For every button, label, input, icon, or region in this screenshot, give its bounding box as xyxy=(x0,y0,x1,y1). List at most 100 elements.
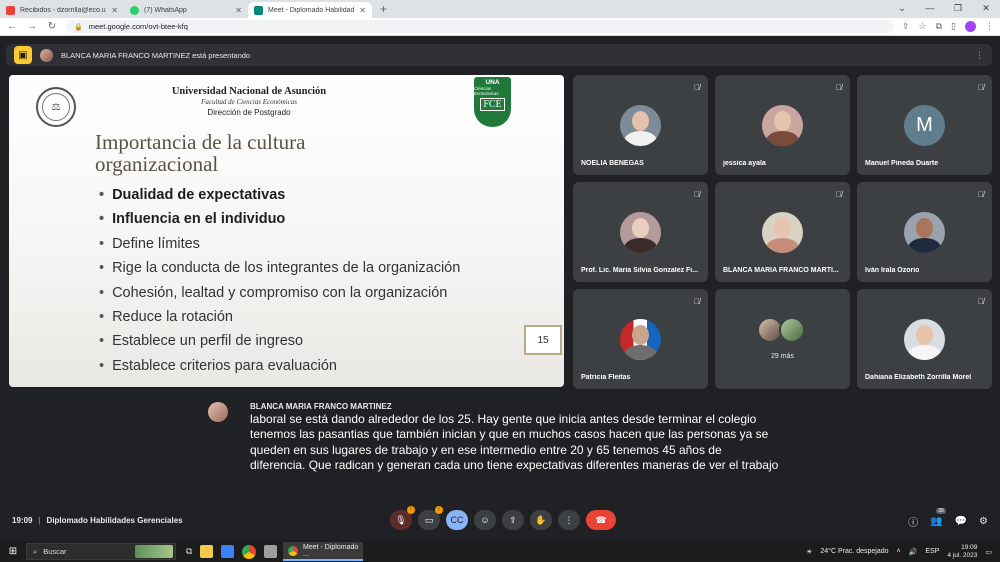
university-name: Universidad Nacional de Asunción xyxy=(171,86,327,97)
file-explorer-icon[interactable] xyxy=(200,545,214,558)
clock-time: 19:09 xyxy=(961,543,978,551)
university-seal-icon: ⚖ xyxy=(36,87,76,127)
taskbar-apps: ⧉ xyxy=(186,544,278,559)
mic-off-icon: 🎙̸ xyxy=(978,190,984,199)
notifications-icon[interactable]: ▭ xyxy=(985,548,992,556)
slide-page-number: 15 xyxy=(524,325,562,355)
bullet-item: Dualidad de expectativas xyxy=(99,183,460,207)
windows-start-icon[interactable]: ⊞ xyxy=(0,546,26,557)
participant-tile[interactable]: 🎙̸ Dahiana Elizabeth Zorrilla Morel xyxy=(857,289,992,389)
more-menu-icon[interactable]: ⋮ xyxy=(985,21,994,32)
activities-icon[interactable]: ⚙ xyxy=(979,516,988,527)
participant-tile[interactable]: 🎙̸ Patricia Fleitas xyxy=(573,289,708,389)
more-options-button[interactable]: ⋮ xyxy=(558,510,580,530)
volume-icon[interactable]: 🔊 xyxy=(909,548,918,556)
star-icon[interactable]: ☆ xyxy=(919,21,927,32)
bullet-item: Rige la conducta de los integrantes de l… xyxy=(99,256,460,280)
presenter-avatar xyxy=(40,48,53,62)
participant-tile[interactable]: 🎙̸ Prof. Lic. Maria Silvia Gonzalez Fi..… xyxy=(573,182,708,282)
bullet-item: Define límites xyxy=(99,232,460,256)
gmail-icon xyxy=(6,5,15,15)
new-tab-button[interactable]: + xyxy=(372,2,395,18)
store-icon[interactable] xyxy=(221,545,235,558)
meeting-side-controls: ⓘ 👥 39 💬 ⚙ xyxy=(908,508,988,529)
chat-icon[interactable]: 💬 xyxy=(955,516,967,527)
avatar xyxy=(620,319,661,360)
extensions-icon[interactable]: ⧉ xyxy=(936,21,942,32)
tab-meet[interactable]: Meet - Diplomado Habilidades G ✕ xyxy=(248,2,372,18)
taskbar-meet-window[interactable]: Meet - Diplomado ... xyxy=(283,542,364,561)
minimize-icon[interactable]: — xyxy=(916,0,944,18)
department-name: Dirección de Postgrado xyxy=(207,108,291,117)
taskbar-clock[interactable]: 19:09 4 jul. 2023 xyxy=(947,544,977,560)
bullet-item: Cohesión, lealtad y compromiso con la or… xyxy=(99,281,460,305)
back-icon[interactable]: ← xyxy=(6,21,18,32)
participant-tile[interactable]: 🎙̸ Iván Irala Ozorio xyxy=(857,182,992,282)
warning-icon: ! xyxy=(435,506,443,514)
present-screen-icon: ▣ xyxy=(14,46,32,64)
chevron-up-icon[interactable]: ˄ xyxy=(897,548,901,555)
people-button[interactable]: 👥 39 xyxy=(930,508,946,527)
language-icon[interactable]: ESP xyxy=(925,548,939,555)
warning-icon: ! xyxy=(407,506,415,514)
close-window-icon[interactable]: ✕ xyxy=(972,0,1000,18)
app-icon[interactable] xyxy=(264,545,278,558)
participant-name: jessica ayala xyxy=(723,160,766,167)
more-options-icon[interactable]: ⋮ xyxy=(975,50,984,61)
presenter-text: BLANCA MARIA FRANCO MARTINEZ está presen… xyxy=(61,50,251,60)
participant-count-badge: 39 xyxy=(936,508,946,514)
logo-mid-text: Ciencias Económicas xyxy=(474,86,499,96)
search-highlight-image xyxy=(135,545,173,558)
weather-icon[interactable]: ☀ xyxy=(806,548,812,556)
present-now-button[interactable]: ⇧ xyxy=(502,510,524,530)
tab-label: (7) WhatsApp xyxy=(144,6,187,14)
reload-icon[interactable]: ↻ xyxy=(46,21,58,32)
captions-button[interactable]: CC xyxy=(446,510,468,530)
forward-icon[interactable]: → xyxy=(26,21,38,32)
chrome-icon[interactable] xyxy=(242,544,257,559)
sidebar-icon[interactable]: ▯ xyxy=(951,21,956,32)
presenting-banner: ▣ BLANCA MARIA FRANCO MARTINEZ está pres… xyxy=(6,44,992,66)
bullet-item: Establece un perfil de ingreso xyxy=(99,329,460,353)
url-input[interactable]: 🔒 meet.google.com/ovt-btee-kfq xyxy=(66,20,894,33)
lock-icon[interactable]: 🔒 xyxy=(74,23,83,31)
share-icon[interactable]: ⇪ xyxy=(902,21,910,32)
leave-call-button[interactable]: ☎ xyxy=(586,510,616,530)
caption-text: laboral se está dando alrededor de los 2… xyxy=(250,412,779,472)
tab-whatsapp[interactable]: (7) WhatsApp ✕ xyxy=(124,2,248,18)
close-icon[interactable]: ✕ xyxy=(235,6,242,15)
meeting-time: 19:09 xyxy=(12,516,33,525)
search-placeholder: Buscar xyxy=(43,547,67,556)
avatar xyxy=(762,212,803,253)
url-text: meet.google.com/ovt-btee-kfq xyxy=(88,22,188,31)
window-controls: ⌄ — ❐ ✕ xyxy=(888,0,1000,18)
profile-avatar[interactable] xyxy=(965,21,976,32)
info-icon[interactable]: ⓘ xyxy=(908,514,918,529)
participant-tile[interactable]: 🎙̸ jessica ayala xyxy=(715,75,850,175)
chrome-icon xyxy=(288,545,299,556)
maximize-icon[interactable]: ❐ xyxy=(944,0,972,18)
more-participants-tile[interactable]: 29 más xyxy=(715,289,850,389)
participant-tile[interactable]: 🎙̸ BLANCA MARIA FRANCO MARTI... xyxy=(715,182,850,282)
meeting-controls-bar: 19:09 | Diplomado Habilidades Gerenciales … xyxy=(0,505,1000,537)
tab-gmail[interactable]: Recibidos - dzorrilla@eco.una.py ✕ xyxy=(0,2,124,18)
mic-off-icon: 🎙̸ xyxy=(694,83,700,92)
raise-hand-button[interactable]: ✋ xyxy=(530,510,552,530)
weather-text[interactable]: 24°C Prac. despejado xyxy=(820,548,888,555)
close-icon[interactable]: ✕ xyxy=(111,6,118,15)
more-participants-label: 29 más xyxy=(771,353,794,360)
participant-name: NOELIA BENEGAS xyxy=(581,160,644,167)
emoji-reaction-button[interactable]: ☺ xyxy=(474,510,496,530)
mic-toggle-button[interactable]: 🎙! xyxy=(390,506,415,530)
slide-title: Importancia de la cultura organizacional xyxy=(95,130,306,176)
participant-tile[interactable]: 🎙̸ NOELIA BENEGAS xyxy=(573,75,708,175)
close-icon[interactable]: ✕ xyxy=(359,6,366,15)
participant-tile[interactable]: 🎙̸ M Manuel Pineda Duarte xyxy=(857,75,992,175)
chevron-down-icon[interactable]: ⌄ xyxy=(888,0,916,18)
taskbar-search-input[interactable]: ⌕ Buscar xyxy=(26,543,176,560)
presentation-slide: ⚖ Universidad Nacional de Asunción Facul… xyxy=(9,75,564,387)
mic-off-icon: 🎙̸ xyxy=(836,190,842,199)
participant-name: Dahiana Elizabeth Zorrilla Morel xyxy=(865,374,972,381)
camera-toggle-button[interactable]: ▭! xyxy=(418,506,443,530)
task-view-icon[interactable]: ⧉ xyxy=(186,546,192,557)
